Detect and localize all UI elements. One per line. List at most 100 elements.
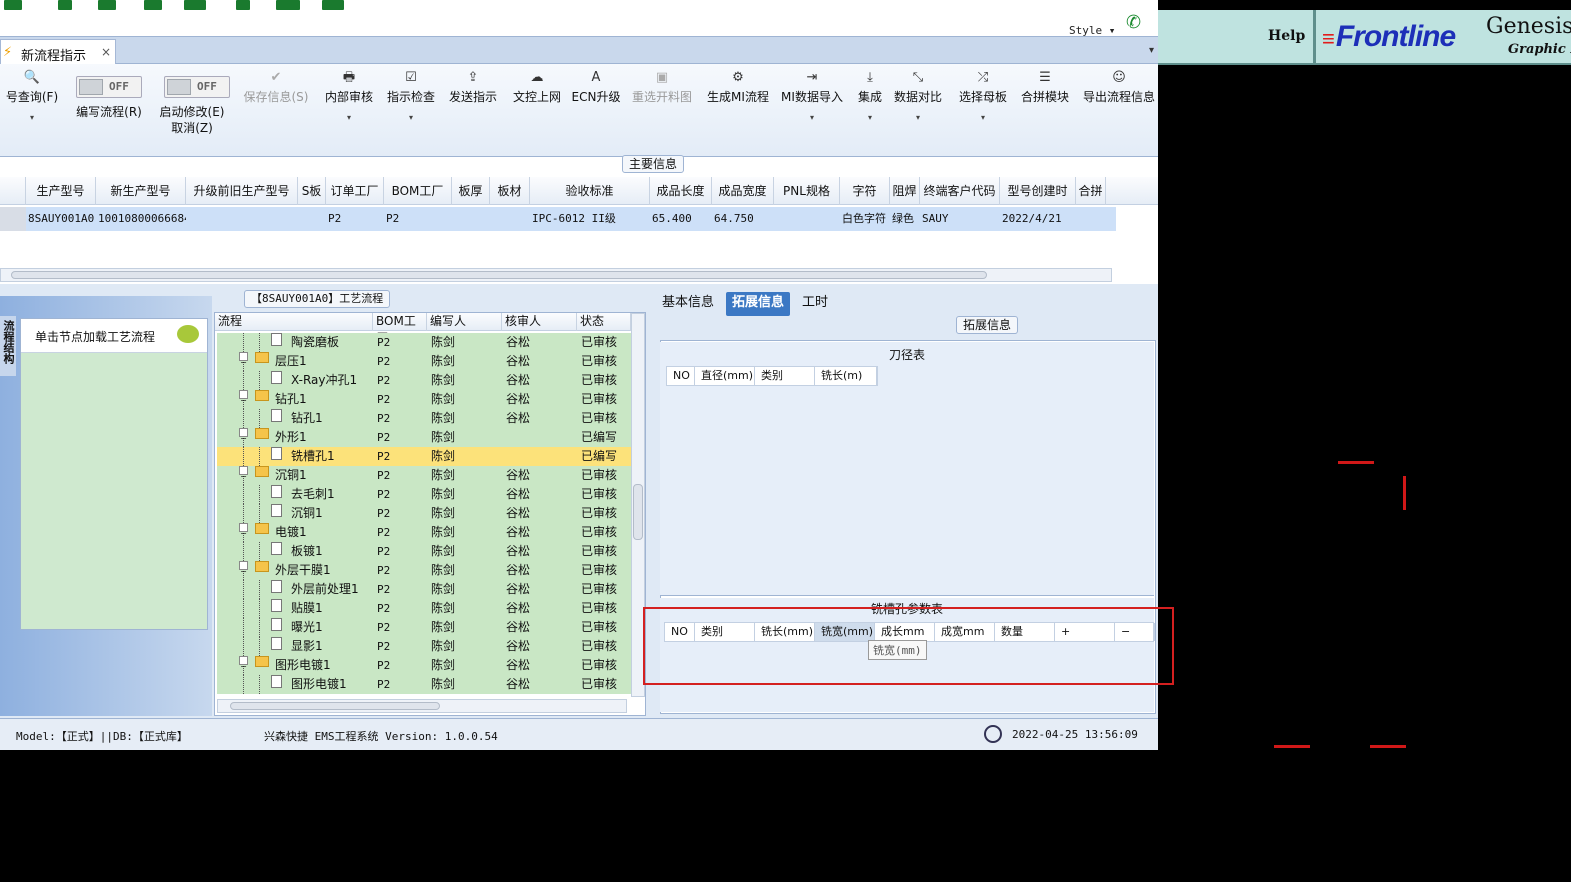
column-header[interactable]: 新生产型号 [96, 177, 186, 205]
table-cell[interactable]: SAUY [920, 207, 1000, 231]
save-icon[interactable] [98, 0, 116, 10]
flow-tree-row[interactable]: − 沉铜1 P2 陈剑 谷松 已审核 [217, 466, 631, 485]
tools-icon[interactable] [58, 0, 72, 10]
collapse-icon[interactable]: − [239, 352, 248, 367]
chart-icon[interactable] [276, 0, 300, 10]
column-header[interactable]: 板材 [490, 177, 530, 205]
chevron-down-icon[interactable]: ▾ [384, 113, 438, 122]
flow-tree-row[interactable]: 显影1 P2 陈剑 谷松 已审核 [217, 637, 631, 656]
column-header[interactable]: BOM工厂 [384, 177, 452, 205]
column-header[interactable]: 验收标准 [530, 177, 650, 205]
chevron-down-icon[interactable]: ▾ [320, 113, 378, 122]
collapse-icon[interactable]: − [239, 656, 248, 671]
scroll-thumb[interactable] [11, 271, 987, 279]
flow-tree-row[interactable]: 沉铜1 P2 陈剑 谷松 已审核 [217, 504, 631, 523]
flow-tree-row[interactable]: 板镀1 P2 陈剑 谷松 已审核 [217, 542, 631, 561]
monitor-icon[interactable] [322, 0, 344, 10]
column-header[interactable]: 终端客户代码 [920, 177, 1000, 205]
column-header[interactable]: 成品长度 [650, 177, 712, 205]
table-cell[interactable]: 10010800066684 [96, 207, 186, 231]
start-modify-toggle[interactable]: OFF [164, 76, 230, 98]
help-button[interactable]: Help [1158, 10, 1316, 65]
flow-tree-row[interactable]: 铣槽孔1 P2 陈剑 已编写 [217, 447, 631, 466]
chevron-down-icon[interactable]: ▾ [890, 113, 946, 122]
ribbon-button-13[interactable]: ☰ 合拼模块 [1018, 70, 1072, 105]
flow-tree-row[interactable]: − 外层干膜1 P2 陈剑 谷松 已审核 [217, 561, 631, 580]
flow-tree-row[interactable]: 钻孔1 P2 陈剑 谷松 已审核 [217, 409, 631, 428]
column-header[interactable]: 订单工厂 [326, 177, 384, 205]
ribbon-button-9[interactable]: ⇥ MI数据导入 ▾ [776, 70, 848, 122]
column-header[interactable]: 合拼 [1076, 177, 1106, 205]
flow-tree-row[interactable]: 去毛刺1 P2 陈剑 谷松 已审核 [217, 485, 631, 504]
grid-icon[interactable] [4, 0, 22, 10]
flow-column-header[interactable]: 编写人 [427, 313, 502, 331]
main-grid-hscrollbar[interactable] [0, 268, 1112, 282]
ribbon-button-4[interactable]: ⇪ 发送指示 [444, 70, 502, 105]
table-cell[interactable] [1076, 207, 1106, 231]
knife-column-header[interactable]: 直径(mm) [695, 367, 755, 385]
ribbon-button-11[interactable]: ⤡ 数据对比 ▾ [890, 70, 946, 122]
flow-tree-row[interactable]: 贴膜1 P2 陈剑 谷松 已审核 [217, 599, 631, 618]
tab-new-flow[interactable]: ⚡ 新流程指示 × [0, 39, 116, 65]
flow-tree-row[interactable]: 陶瓷磨板 P2 陈剑 谷松 已审核 [217, 333, 631, 352]
ribbon-button-5[interactable]: ☁ 文控上网 [508, 70, 566, 105]
flow-tree-row[interactable]: X-Ray冲孔1 P2 陈剑 谷松 已审核 [217, 371, 631, 390]
flow-tree-row[interactable]: − 电镀1 P2 陈剑 谷松 已审核 [217, 523, 631, 542]
table-cell[interactable]: 白色字符 [840, 207, 890, 231]
table-cell[interactable]: 2022/4/21 [1000, 207, 1076, 231]
column-header[interactable]: 字符 [840, 177, 890, 205]
table-cell[interactable] [452, 207, 490, 231]
ribbon-button-12[interactable]: ⤮ 选择母板 ▾ [952, 70, 1014, 122]
chevron-down-icon[interactable]: ▾ [952, 113, 1014, 122]
column-header[interactable]: 型号创建时 [1000, 177, 1076, 205]
tab-extended-info[interactable]: 拓展信息 [726, 292, 791, 316]
user-icon[interactable] [236, 0, 250, 10]
scroll-thumb[interactable] [633, 484, 643, 540]
table-cell[interactable]: P2 [384, 207, 452, 231]
tab-work-hours[interactable]: 工时 [796, 292, 834, 316]
flow-tree-row[interactable]: − 外形1 P2 陈剑 已编写 [217, 428, 631, 447]
copy-icon[interactable] [144, 0, 162, 10]
column-header[interactable]: 升级前旧生产型号 [186, 177, 298, 205]
flow-tree-row[interactable]: − 钻孔1 P2 陈剑 谷松 已审核 [217, 390, 631, 409]
ribbon-button-3[interactable]: ☑ 指示检查 ▾ [384, 70, 438, 122]
flow-hscrollbar[interactable] [217, 699, 627, 713]
collapse-icon[interactable]: − [239, 428, 248, 443]
table-cell[interactable]: 65.400 [650, 207, 712, 231]
knife-column-header[interactable]: 类别 [755, 367, 815, 385]
table-cell[interactable] [298, 207, 326, 231]
tab-menu-chevron-icon[interactable]: ▾ [1149, 45, 1154, 56]
flow-column-header[interactable]: 流程 [215, 313, 373, 331]
column-header[interactable]: 阻焊 [890, 177, 920, 205]
flow-column-header[interactable]: 状态 [577, 313, 631, 331]
ribbon-button-7[interactable]: ▣ 重选开料图 [628, 70, 696, 105]
flow-tree-row[interactable]: 图形电镀1 P2 陈剑 谷松 已审核 [217, 675, 631, 694]
ribbon-button-10[interactable]: ⤓ 集成 ▾ [852, 70, 888, 122]
close-icon[interactable]: × [101, 45, 111, 59]
knife-column-header[interactable]: 铣长(m) [815, 367, 877, 385]
flow-structure-vtab[interactable]: 流程结构 [0, 316, 16, 376]
table-cell[interactable]: 绿色 [890, 207, 920, 231]
column-header[interactable]: 板厚 [452, 177, 490, 205]
column-header[interactable]: 成品宽度 [712, 177, 774, 205]
phone-icon[interactable]: ✆ [1126, 12, 1141, 33]
flow-column-header[interactable]: 核审人 [502, 313, 577, 331]
write-flow-toggle[interactable]: OFF [76, 76, 142, 98]
collapse-icon[interactable]: − [239, 390, 248, 405]
column-header[interactable]: S板 [298, 177, 326, 205]
table-cell[interactable] [490, 207, 530, 231]
flow-tree-row[interactable]: 曝光1 P2 陈剑 谷松 已审核 [217, 618, 631, 637]
knife-column-header[interactable]: NO [667, 367, 695, 385]
chevron-down-icon[interactable]: ▾ [852, 113, 888, 122]
flow-tree-row[interactable]: − 层压1 P2 陈剑 谷松 已审核 [217, 352, 631, 371]
table-icon[interactable] [184, 0, 206, 10]
table-cell[interactable]: IPC-6012 II级 [530, 207, 650, 231]
flow-tree-row[interactable]: 外层前处理1 P2 陈剑 谷松 已审核 [217, 580, 631, 599]
table-row[interactable]: 8SAUY001A0 10010800066684 P2 P2 IPC-6012 II级… [0, 207, 1116, 231]
flow-tree-row[interactable]: − 图形电镀1 P2 陈剑 谷松 已审核 [217, 656, 631, 675]
scroll-thumb[interactable] [230, 702, 440, 710]
column-header[interactable]: 生产型号 [26, 177, 96, 205]
collapse-icon[interactable]: − [239, 561, 248, 576]
ribbon-button-0[interactable]: 🔍 号查询(F) ▾ [0, 70, 64, 122]
table-cell[interactable] [186, 207, 298, 231]
